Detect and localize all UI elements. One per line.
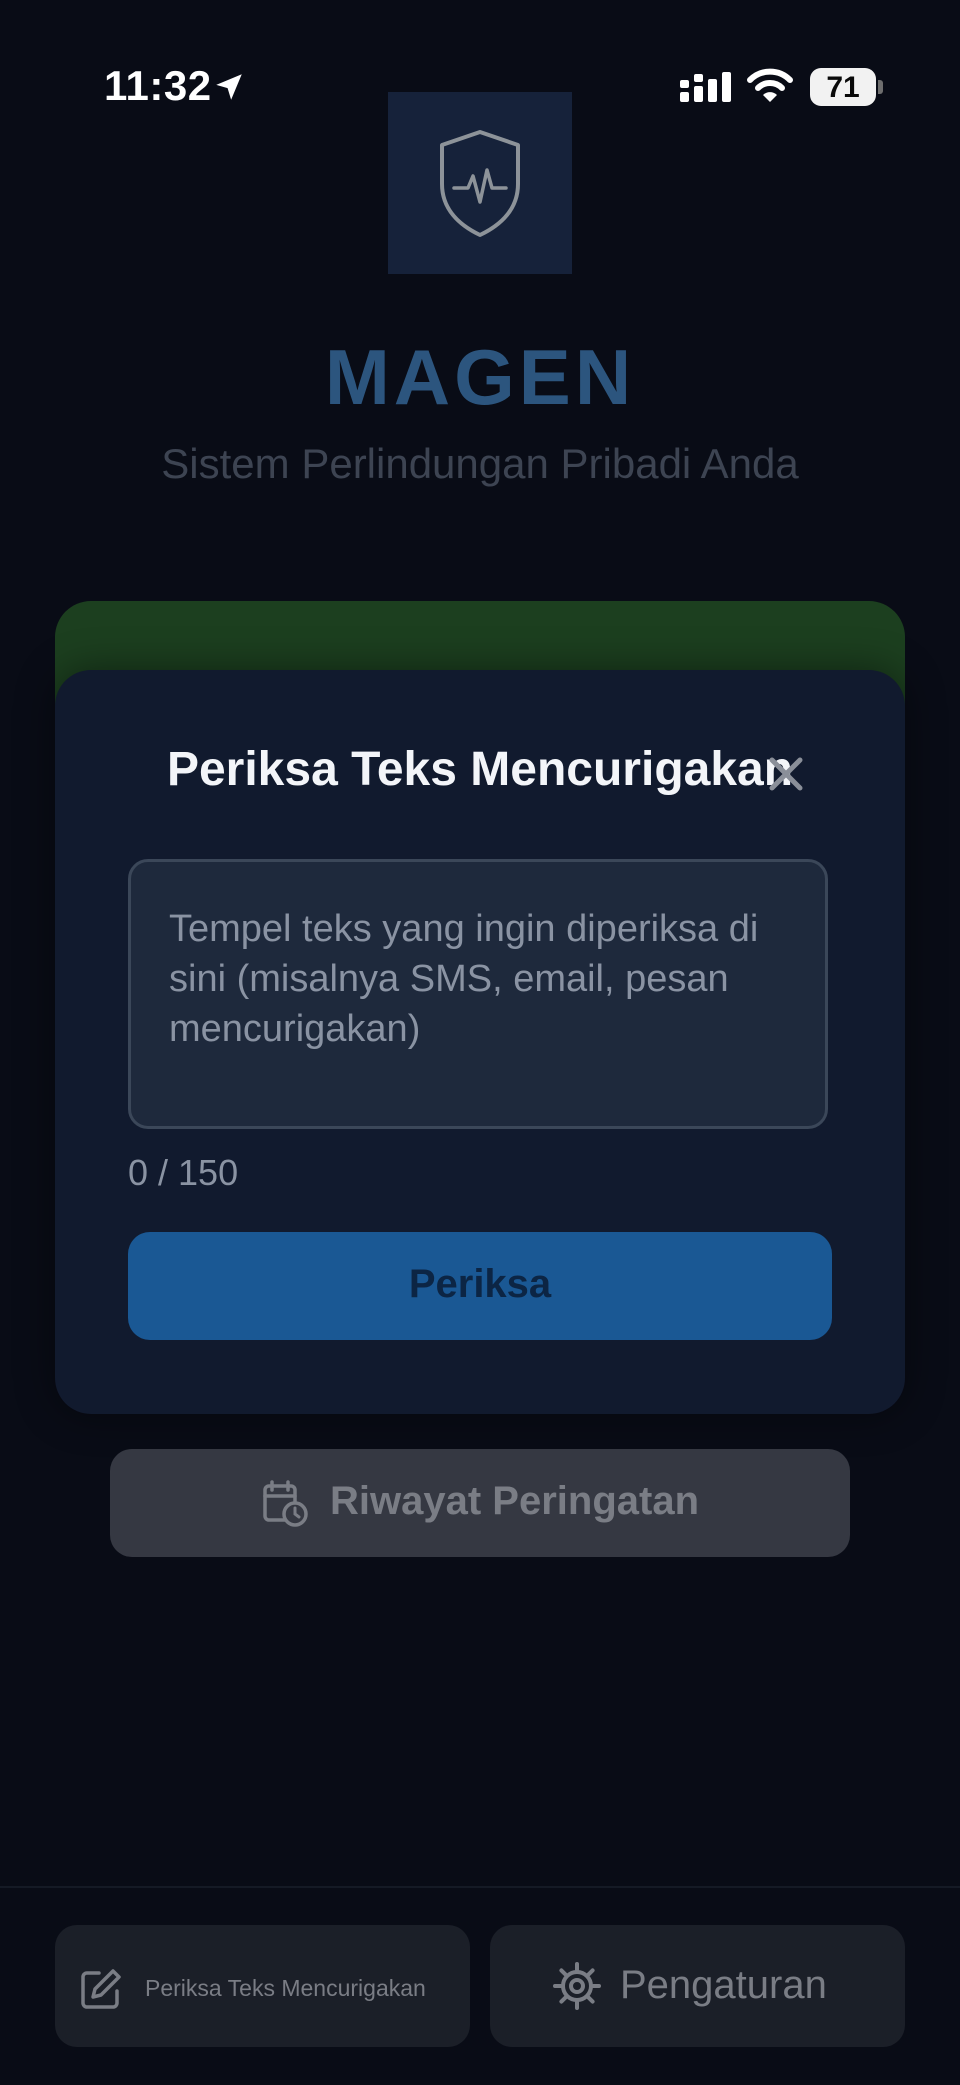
battery-level: 71 (826, 71, 860, 104)
text-input-placeholder: Tempel teks yang ingin diperiksa di sini… (169, 908, 759, 1050)
app-title: MAGEN (324, 333, 636, 421)
check-button-label: Periksa (408, 1262, 552, 1306)
alert-history-button[interactable]: Riwayat Peringatan (110, 1449, 850, 1557)
check-button[interactable]: Periksa (128, 1232, 832, 1340)
settings-tab[interactable]: Pengaturan (490, 1925, 905, 2047)
character-counter: 0 / 150 (128, 1152, 239, 1193)
edit-icon (81, 1969, 121, 2009)
check-text-tab[interactable]: Periksa Teks Mencurigakan (55, 1925, 470, 2047)
gear-icon (553, 1962, 601, 2010)
suspicious-text-input[interactable]: Tempel teks yang ingin diperiksa di sini… (128, 859, 828, 1129)
signal-icon (680, 72, 731, 102)
shield-pulse-icon (440, 130, 520, 237)
settings-tab-label: Pengaturan (620, 1963, 827, 2007)
wifi-icon (747, 68, 793, 102)
alert-history-label: Riwayat Peringatan (330, 1479, 700, 1523)
close-icon[interactable] (766, 754, 806, 794)
app-logo (388, 92, 572, 274)
battery-indicator: 71 (810, 68, 876, 106)
location-arrow-icon (216, 74, 242, 100)
check-text-tab-label: Periksa Teks Mencurigakan (145, 1975, 426, 2001)
app-subtitle: Sistem Perlindungan Pribadi Anda (161, 440, 799, 487)
status-time: 11:32 (104, 62, 212, 109)
battery-tip (878, 80, 883, 94)
bottom-bar-divider (0, 1886, 960, 1888)
calendar-clock-icon (263, 1480, 308, 1527)
